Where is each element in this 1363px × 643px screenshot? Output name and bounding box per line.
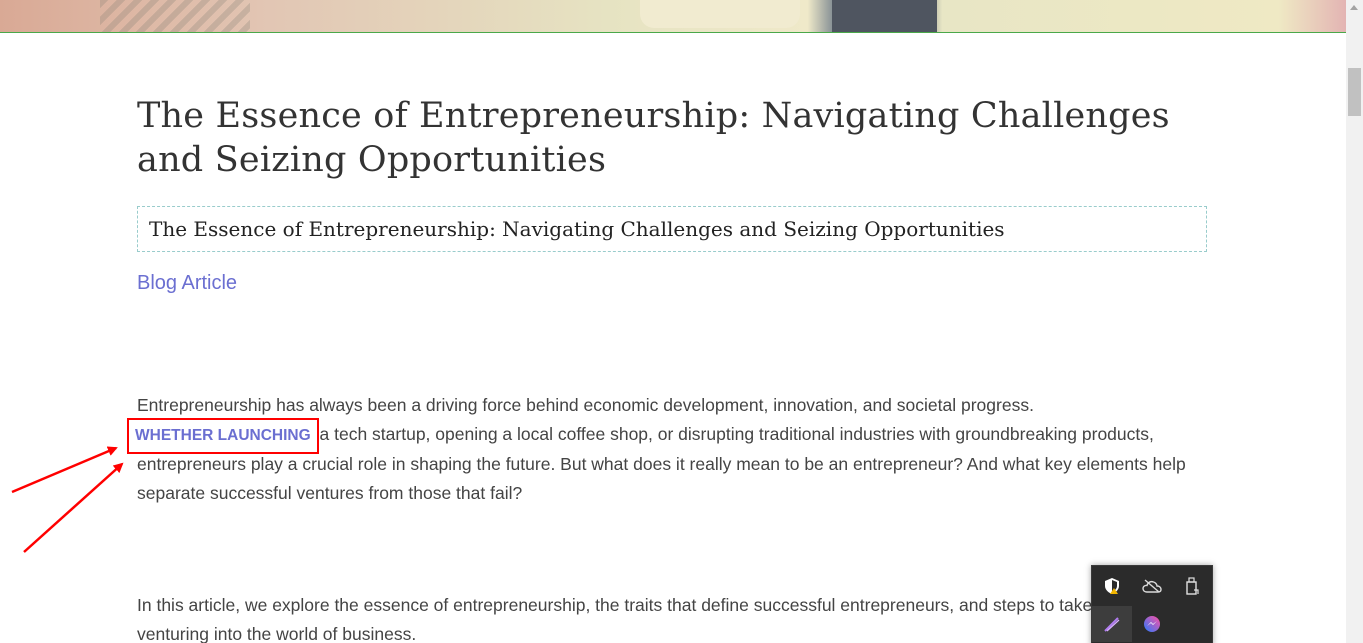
onedrive-cloud-icon[interactable] — [1132, 568, 1172, 604]
highlighted-phrase: WHETHER LAUNCHING — [127, 417, 319, 454]
security-shield-icon[interactable] — [1092, 568, 1132, 604]
vertical-scrollbar[interactable] — [1346, 0, 1363, 643]
scroll-up-arrow[interactable] — [1350, 5, 1358, 10]
hero-image-phone — [832, 0, 937, 32]
article-subtitle: The Essence of Entrepreneurship: Navigat… — [137, 206, 1207, 252]
annotation-arrow-2 — [23, 462, 124, 553]
article-paragraph-1: Entrepreneurship has always been a drivi… — [127, 391, 1197, 507]
article-paragraph-2: In this article, we explore the essence … — [137, 595, 1139, 643]
hero-image-texture — [100, 0, 250, 32]
article-category[interactable]: Blog Article — [137, 272, 1209, 295]
annotation-arrow-1 — [11, 446, 118, 494]
usb-device-icon[interactable] — [1172, 568, 1212, 604]
onedrive-cloud-icon-glyph — [1142, 579, 1162, 593]
messenger-icon[interactable] — [1132, 606, 1172, 642]
scrollbar-thumb[interactable] — [1348, 68, 1361, 116]
browser-page: The Essence of Entrepreneurship: Navigat… — [0, 0, 1363, 643]
hero-image — [0, 0, 1346, 33]
hero-image-mug — [640, 0, 800, 28]
paragraph-intro: Entrepreneurship has always been a drivi… — [137, 395, 1034, 415]
pen-app-icon-glyph — [1104, 617, 1120, 632]
usb-device-icon-glyph — [1186, 577, 1199, 595]
pen-app-icon[interactable] — [1092, 606, 1132, 642]
article-content: The Essence of Entrepreneurship: Navigat… — [127, 94, 1209, 643]
security-shield-icon-glyph — [1105, 578, 1119, 594]
article-title: The Essence of Entrepreneurship: Navigat… — [137, 96, 1170, 180]
messenger-icon-glyph — [1144, 616, 1160, 632]
system-tray-overflow — [1091, 565, 1213, 643]
